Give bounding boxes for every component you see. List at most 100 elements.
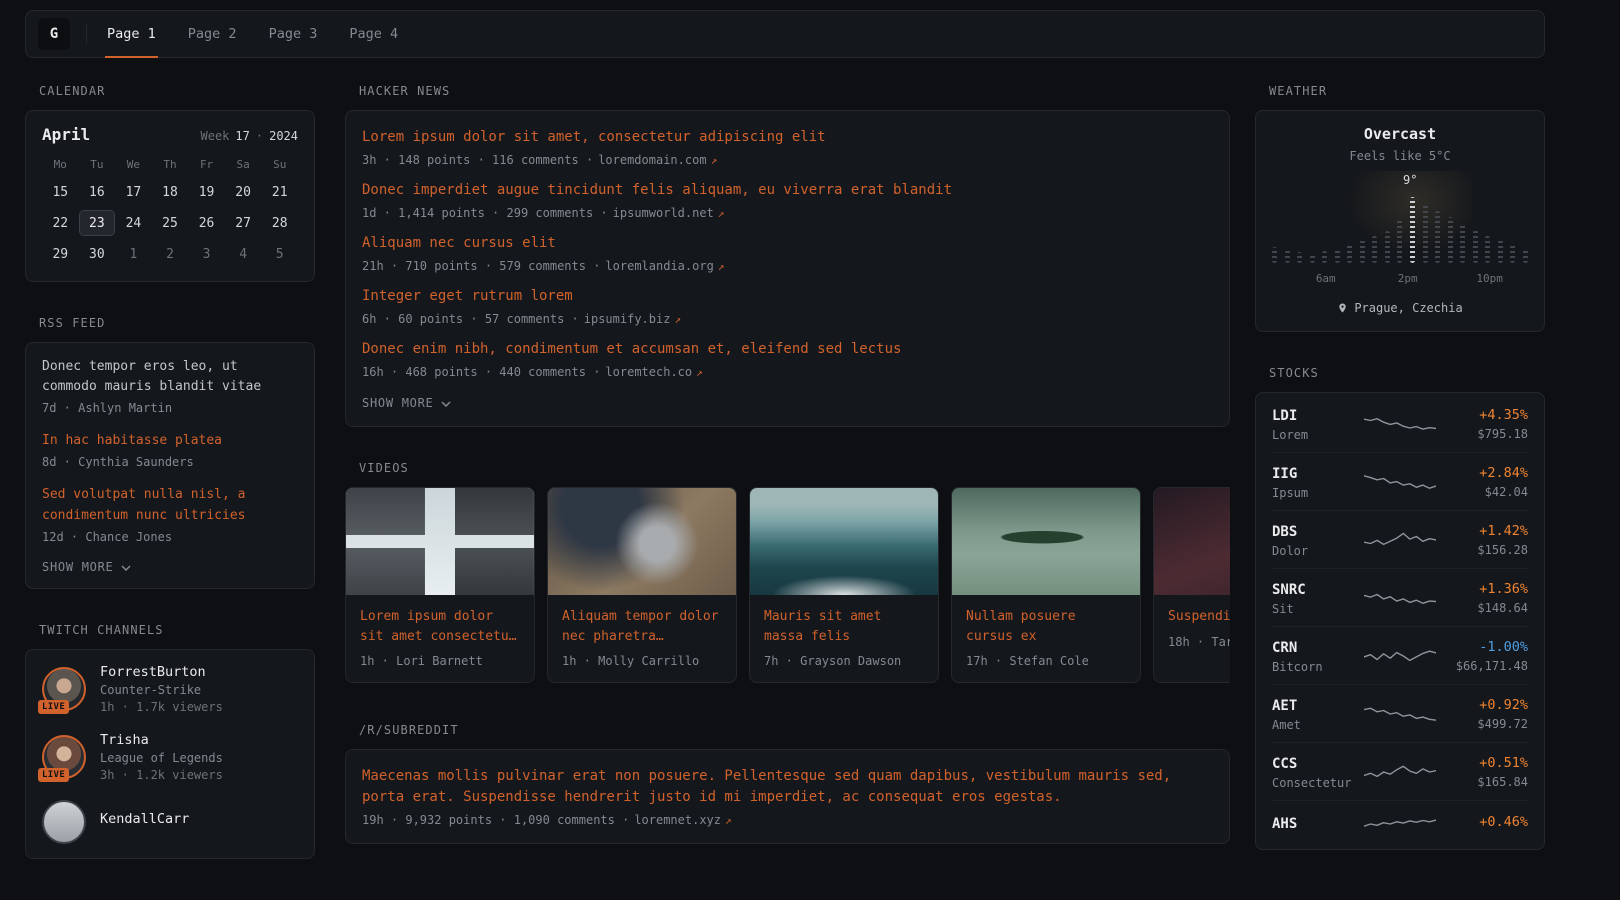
stock-sparkline (1364, 811, 1436, 837)
hn-domain-link[interactable]: loremtech.co ↗ (605, 365, 702, 379)
weather-feels-like: Feels like 5°C (1272, 149, 1528, 163)
calendar-day: 4 (225, 241, 262, 267)
video-title: Suspendisse diam (1168, 607, 1230, 627)
video-thumbnail (952, 488, 1140, 595)
video-card[interactable]: Nullam posuere cursus ex 17h · Stefan Co… (951, 487, 1141, 683)
weather-bar (1310, 253, 1315, 263)
video-card[interactable]: Aliquam tempor dolor nec pharetra… 1h · … (547, 487, 737, 683)
rss-section-title: RSS FEED (39, 316, 315, 330)
weather-hour-labels: 6am 2pm 10pm (1272, 272, 1528, 286)
stock-price: $148.64 (1436, 601, 1528, 615)
stock-sparkline (1364, 759, 1436, 785)
rss-item-link[interactable]: Sed volutpat nulla nisl, a condimentum n… (42, 485, 298, 525)
stock-name: Dolor (1272, 544, 1364, 558)
twitch-card: LIVE ForrestBurton Counter-Strike 1h · 1… (25, 649, 315, 859)
weather-card: Overcast Feels like 5°C 9° 6am 2pm 10pm … (1255, 110, 1545, 332)
twitch-section-title: TWITCH CHANNELS (39, 623, 315, 637)
twitch-channel[interactable]: LIVE Trisha League of Legends 3h · 1.2k … (42, 732, 298, 782)
app-logo[interactable]: G (38, 18, 70, 50)
video-meta: 17h · Stefan Cole (966, 654, 1126, 668)
stock-change: +0.46% (1436, 814, 1528, 830)
rss-item-link[interactable]: In hac habitasse platea (42, 431, 298, 451)
calendar-day: 15 (42, 179, 79, 205)
tab-page-2[interactable]: Page 2 (186, 11, 239, 58)
weather-bar (1448, 217, 1453, 263)
weather-bar-current (1410, 197, 1415, 263)
videos-section-title: VIDEOS (359, 461, 1230, 475)
external-link-icon: ↗ (725, 814, 732, 827)
stock-name: Consectetur (1272, 776, 1364, 790)
weather-bar (1297, 252, 1302, 263)
calendar-day: 19 (188, 179, 225, 205)
weather-bar (1285, 250, 1290, 263)
stock-ticker: AHS (1272, 816, 1297, 832)
tab-page-4[interactable]: Page 4 (347, 11, 400, 58)
twitch-channel[interactable]: LIVE ForrestBurton Counter-Strike 1h · 1… (42, 664, 298, 714)
stock-row[interactable]: DBS Dolor +1.42% $156.28 (1272, 511, 1528, 569)
stock-ticker: IIG (1272, 466, 1297, 482)
channel-name: KendallCarr (100, 811, 189, 827)
dashboard-page: G Page 1 Page 2 Page 3 Page 4 CALENDAR A… (0, 0, 1620, 900)
video-card[interactable]: Lorem ipsum dolor sit amet consectetu… 1… (345, 487, 535, 683)
stock-name: Sit (1272, 602, 1364, 616)
calendar-section-title: CALENDAR (39, 84, 315, 98)
subreddit-section-title: /R/SUBREDDIT (359, 723, 1230, 737)
tab-page-3[interactable]: Page 3 (267, 11, 320, 58)
twitch-channel[interactable]: KendallCarr (42, 800, 298, 844)
hn-domain-link[interactable]: loremlandia.org ↗ (605, 259, 724, 273)
weather-location: Prague, Czechia (1272, 301, 1528, 315)
external-link-icon: ↗ (718, 207, 725, 220)
channel-viewers: 3h · 1.2k viewers (100, 768, 223, 782)
calendar-day: 18 (152, 179, 189, 205)
subreddit-post-link[interactable]: Maecenas mollis pulvinar erat non posuer… (362, 766, 1213, 808)
stock-row[interactable]: CRN Bitcorn -1.00% $66,171.48 (1272, 627, 1528, 685)
hn-domain-link[interactable]: ipsumify.biz ↗ (584, 312, 681, 326)
video-card[interactable]: Suspendisse diam 18h · Tara (1153, 487, 1230, 683)
video-card[interactable]: Mauris sit amet massa felis 7h · Grayson… (749, 487, 939, 683)
rss-item: In hac habitasse platea 8d · Cynthia Sau… (42, 431, 298, 469)
stock-sparkline (1364, 527, 1436, 553)
calendar-day: 29 (42, 241, 79, 267)
hn-show-more-button[interactable]: SHOW MORE (362, 396, 451, 410)
hn-domain-link[interactable]: loremdomain.com ↗ (598, 153, 717, 167)
stock-ticker: CRN (1272, 640, 1297, 656)
rss-item-meta: 7d · Ashlyn Martin (42, 401, 298, 415)
rss-item-link[interactable]: Donec tempor eros leo, ut commodo mauris… (42, 357, 298, 397)
stock-row[interactable]: CCS Consectetur +0.51% $165.84 (1272, 743, 1528, 801)
rss-show-more-button[interactable]: SHOW MORE (42, 560, 131, 574)
weather-bar (1347, 244, 1352, 263)
hn-story-link[interactable]: Integer eget rutrum lorem (362, 286, 1213, 307)
calendar-day: 16 (79, 179, 116, 205)
tab-page-1[interactable]: Page 1 (105, 11, 158, 58)
stock-sparkline (1364, 469, 1436, 495)
hn-story-link[interactable]: Donec enim nibh, condimentum et accumsan… (362, 339, 1213, 360)
weather-chart: 9° (1272, 175, 1528, 263)
stock-row[interactable]: SNRC Sit +1.36% $148.64 (1272, 569, 1528, 627)
calendar-widget: CALENDAR April Week 17 · 2024 Mo Tu (25, 84, 315, 282)
stock-row[interactable]: AET Amet +0.92% $499.72 (1272, 685, 1528, 743)
hn-story-link[interactable]: Aliquam nec cursus elit (362, 233, 1213, 254)
hn-meta: 3h · 148 points · 116 comments · loremdo… (362, 153, 1213, 167)
hn-item: Donec enim nibh, condimentum et accumsan… (362, 339, 1213, 379)
hackernews-section-title: HACKER NEWS (359, 84, 1230, 98)
weather-bar (1498, 240, 1503, 263)
hn-domain-link[interactable]: ipsumworld.net ↗ (613, 206, 725, 220)
stock-row[interactable]: AHS +0.46% (1272, 801, 1528, 847)
stock-change: +4.35% (1436, 407, 1528, 423)
stocks-widget: STOCKS LDI Lorem +4.35% $795.18 (1255, 366, 1545, 850)
chevron-down-icon (441, 401, 451, 407)
weather-bar (1460, 223, 1465, 263)
stock-row[interactable]: IIG Ipsum +2.84% $42.04 (1272, 453, 1528, 511)
calendar-day: 1 (115, 241, 152, 267)
weather-location-text: Prague, Czechia (1354, 301, 1462, 315)
stock-price: $42.04 (1436, 485, 1528, 499)
hn-story-link[interactable]: Lorem ipsum dolor sit amet, consectetur … (362, 127, 1213, 148)
stock-row[interactable]: LDI Lorem +4.35% $795.18 (1272, 395, 1528, 453)
calendar-day-today: 23 (79, 210, 116, 236)
calendar-day: 27 (225, 210, 262, 236)
channel-name: Trisha (100, 732, 223, 748)
subreddit-domain-link[interactable]: loremnet.xyz ↗ (634, 813, 731, 827)
hn-story-link[interactable]: Donec imperdiet augue tincidunt felis al… (362, 180, 1213, 201)
calendar-day: 21 (261, 179, 298, 205)
rss-item-meta: 8d · Cynthia Saunders (42, 455, 298, 469)
